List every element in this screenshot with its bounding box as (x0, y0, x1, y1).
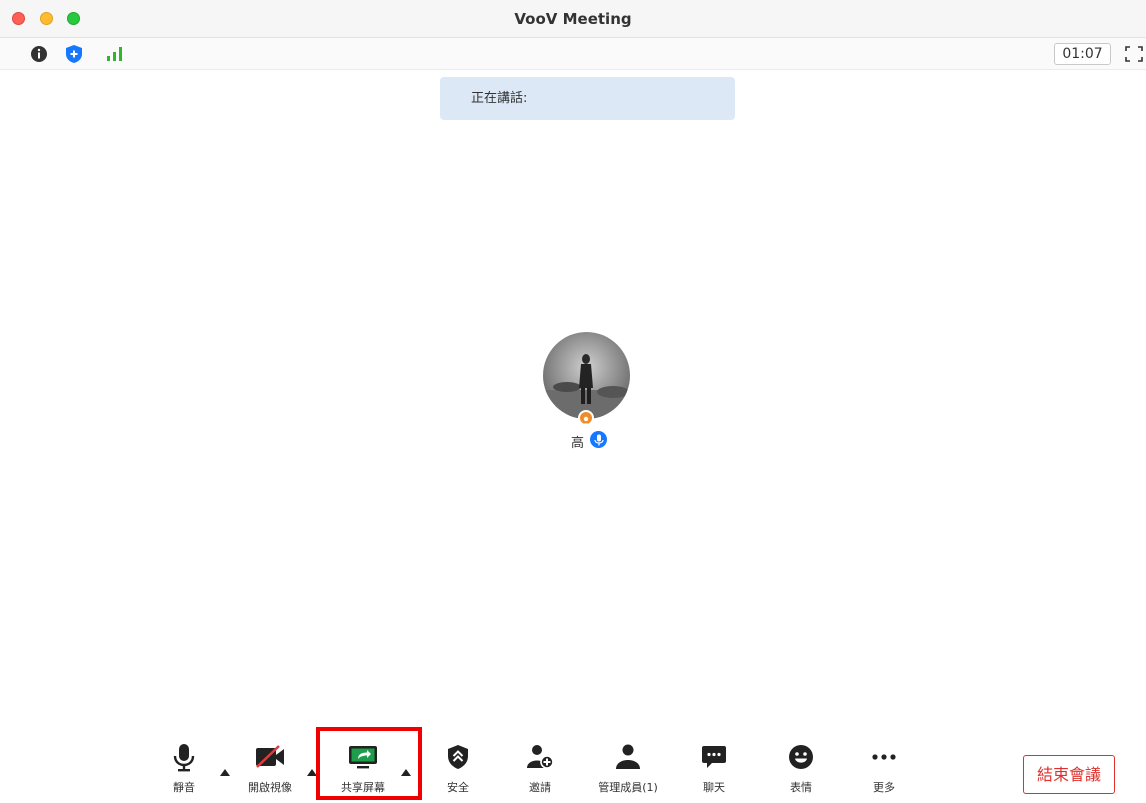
signal-icon[interactable] (105, 44, 125, 64)
microphone-icon (173, 740, 195, 774)
add-user-icon (526, 740, 554, 774)
end-meeting-button[interactable]: 結束會議 (1023, 755, 1115, 794)
meeting-toolbar: 靜音 開啟視像 共享屏幕 安全 邀請 管理成員(1) 聊天 表情 更多 (0, 740, 1146, 803)
microphone-icon (590, 431, 607, 448)
mute-button[interactable]: 靜音 (164, 740, 204, 800)
more-label: 更多 (873, 781, 895, 794)
security-button[interactable]: 安全 (441, 740, 475, 800)
meeting-window: VooV Meeting 01:07 正在講話: 高 靜音 開啟視像 共享屏幕 … (0, 0, 1146, 803)
participant-name: 高 (571, 436, 585, 451)
emoji-icon (788, 740, 814, 774)
chat-label: 聊天 (703, 781, 725, 794)
avatar (543, 332, 630, 419)
security-label: 安全 (447, 781, 469, 794)
video-off-icon (254, 740, 286, 774)
audio-options-caret[interactable] (220, 769, 230, 776)
host-badge-icon (578, 410, 594, 426)
manage-members-label: 管理成員(1) (598, 781, 658, 794)
reactions-label: 表情 (790, 781, 812, 794)
more-icon (871, 740, 897, 774)
shield-icon[interactable] (64, 44, 84, 64)
more-button[interactable]: 更多 (867, 740, 901, 800)
window-title: VooV Meeting (514, 10, 632, 28)
start-video-button[interactable]: 開啟視像 (240, 740, 300, 800)
share-screen-highlight (316, 727, 422, 800)
chat-icon (701, 740, 727, 774)
manage-members-button[interactable]: 管理成員(1) (595, 740, 661, 800)
members-icon (614, 740, 642, 774)
title-bar: VooV Meeting (0, 0, 1146, 38)
invite-label: 邀請 (529, 781, 551, 794)
fullscreen-icon[interactable] (1124, 45, 1144, 63)
invite-button[interactable]: 邀請 (523, 740, 557, 800)
mute-label: 靜音 (173, 781, 195, 794)
info-icon[interactable] (29, 44, 49, 64)
chat-button[interactable]: 聊天 (697, 740, 731, 800)
meeting-timer: 01:07 (1054, 43, 1111, 65)
start-video-label: 開啟視像 (248, 781, 292, 794)
reactions-button[interactable]: 表情 (784, 740, 818, 800)
speaking-banner: 正在講話: (440, 77, 735, 120)
meeting-info-strip: 01:07 (0, 38, 1146, 70)
security-icon (447, 740, 469, 774)
